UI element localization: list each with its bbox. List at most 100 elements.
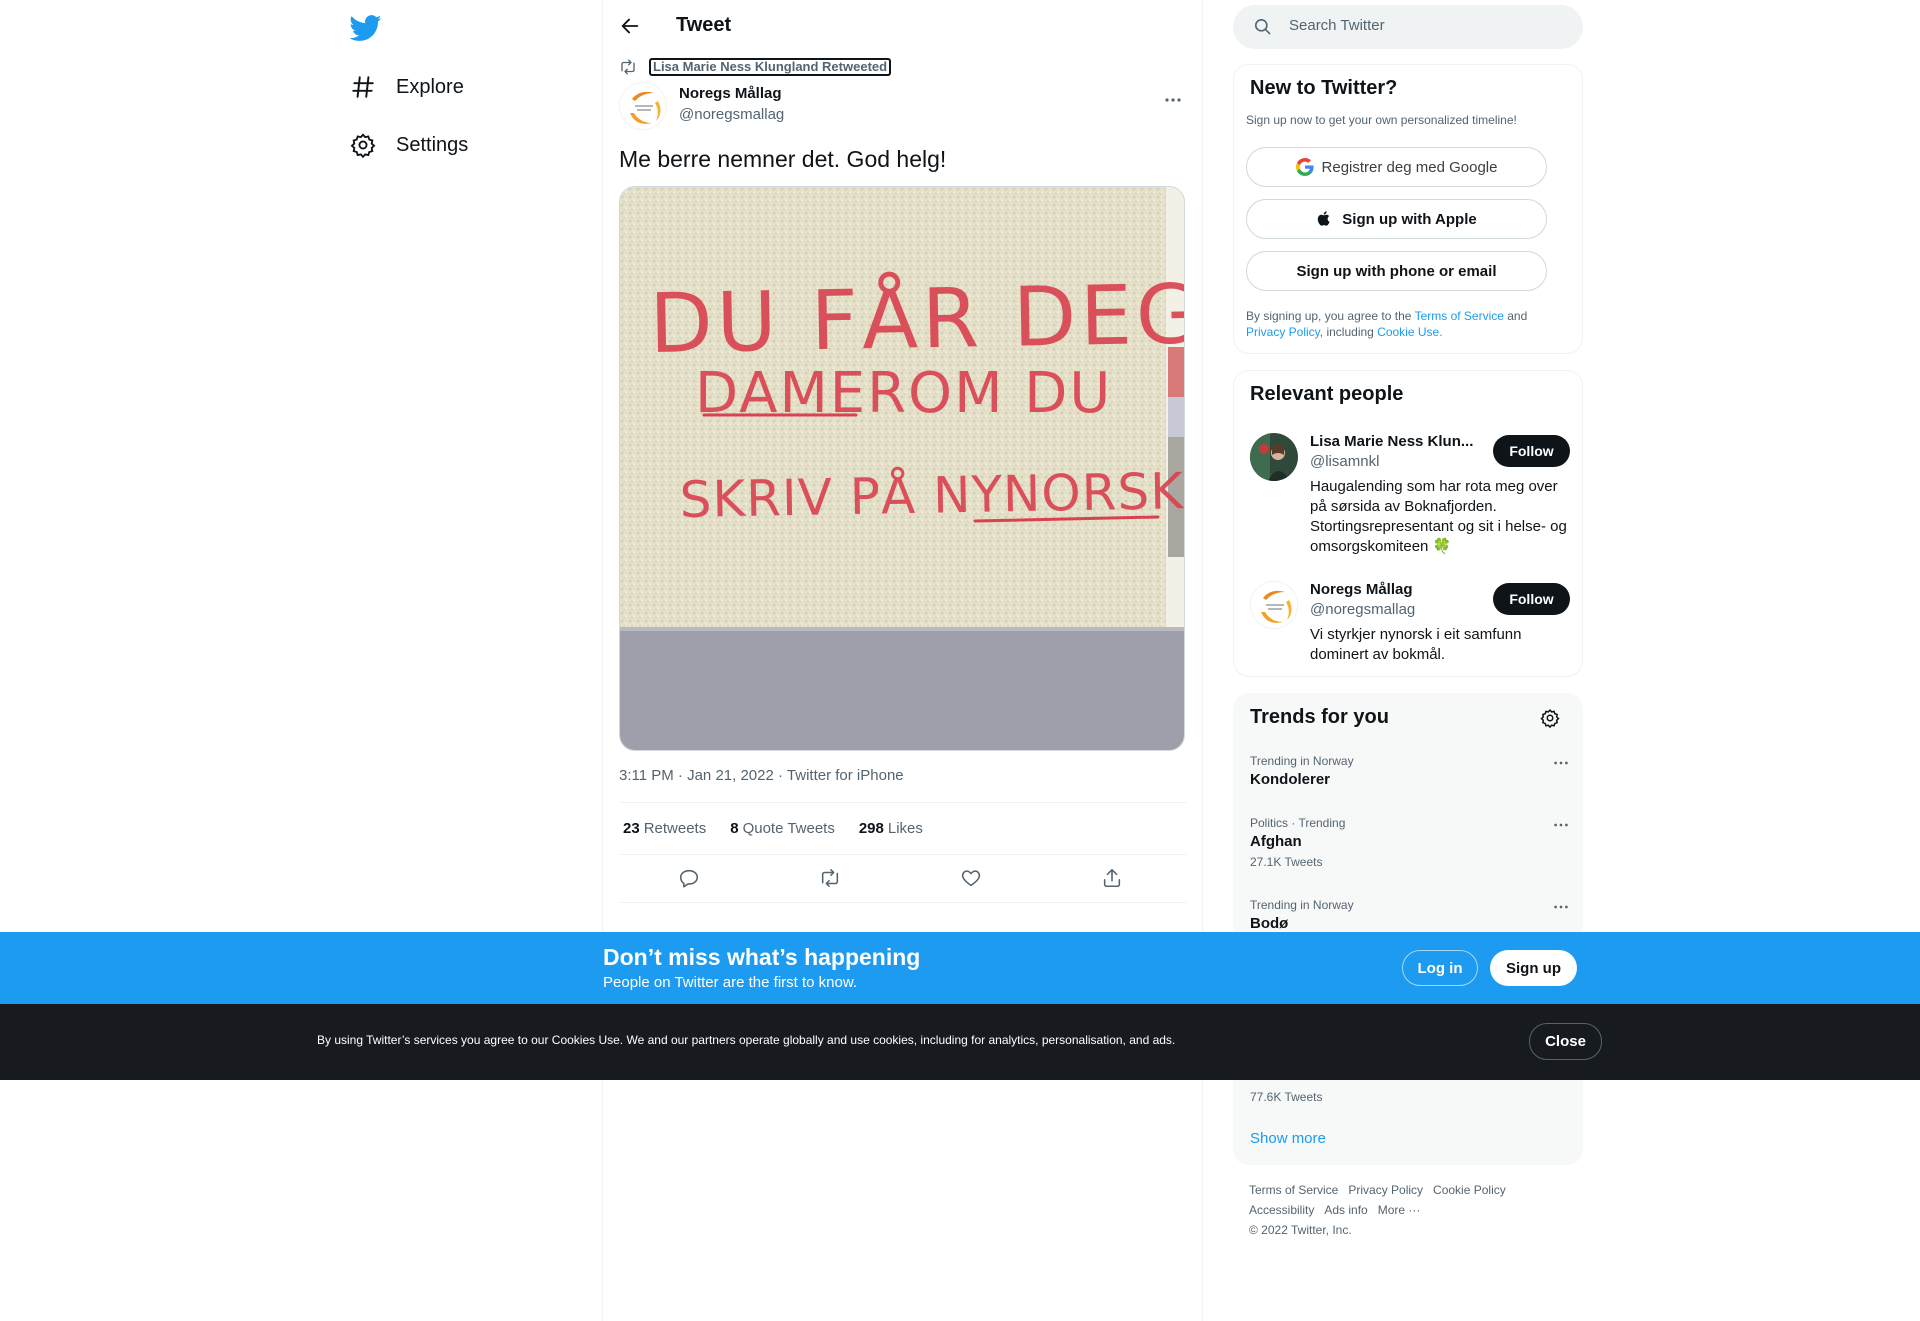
search-icon: [1253, 17, 1272, 36]
back-arrow-icon[interactable]: [619, 15, 643, 39]
footer-more-link[interactable]: More ···: [1378, 1203, 1421, 1217]
trend-item[interactable]: Trending in Norway Bodø: [1250, 898, 1570, 932]
retweeted-by: Lisa Marie Ness Klungland Retweeted: [619, 58, 892, 76]
image-graffiti-line-1: DU FÅR DEG: [649, 266, 1185, 372]
person-avatar[interactable]: [1250, 433, 1298, 481]
footer-copyright: © 2022 Twitter, Inc.: [1249, 1223, 1352, 1237]
retweeter-link[interactable]: Lisa Marie Ness Klungland Retweeted: [649, 58, 892, 76]
author-handle[interactable]: @noregsmallag: [679, 106, 784, 123]
relevant-people-card: Relevant people Lisa Marie Ness Klun... …: [1233, 370, 1583, 677]
trends-title: Trends for you: [1250, 706, 1389, 728]
trend-name: Kondolerer: [1250, 771, 1331, 788]
search-bar[interactable]: [1233, 5, 1583, 49]
phone-email-signup-label: Sign up with phone or email: [1296, 262, 1497, 280]
login-banner: Don’t miss what’s happening People on Tw…: [0, 932, 1920, 1004]
quotes-count: 8: [730, 820, 739, 837]
retweets-label: Retweets: [643, 820, 707, 837]
nav-settings-label: Settings: [396, 133, 469, 156]
apple-icon: [1316, 210, 1334, 228]
legal-text-3: , including: [1319, 325, 1378, 339]
apple-signup-button[interactable]: Sign up with Apple: [1246, 199, 1547, 239]
person-name[interactable]: Noregs Mållag: [1310, 581, 1480, 598]
footer-cookie-link[interactable]: Cookie Policy: [1433, 1183, 1506, 1197]
terms-link[interactable]: Terms of Service: [1415, 309, 1504, 323]
twitter-logo-icon[interactable]: [350, 12, 382, 44]
cookie-consent-text: By using Twitter’s services you agree to…: [317, 1033, 1176, 1047]
trend-item[interactable]: Trending in Norway Kondolerer: [1250, 754, 1570, 788]
retweets-count: 23: [623, 820, 640, 837]
new-to-twitter-subtitle: Sign up now to get your own personalized…: [1246, 113, 1517, 127]
phone-email-signup-button[interactable]: Sign up with phone or email: [1246, 251, 1547, 291]
legal-text-2: and: [1503, 309, 1528, 323]
tweet-stats: 23 Retweets 8 Quote Tweets 298 Likes: [619, 802, 1187, 855]
person-item[interactable]: Lisa Marie Ness Klun... @lisamnkl Follow…: [1250, 433, 1570, 563]
signup-button[interactable]: Sign up: [1490, 950, 1577, 986]
author-name[interactable]: Noregs Mållag: [679, 85, 782, 102]
footer-accessibility-link[interactable]: Accessibility: [1249, 1203, 1314, 1217]
likes-stat[interactable]: 298 Likes: [859, 820, 923, 837]
google-icon: [1295, 158, 1314, 176]
footer-privacy-link[interactable]: Privacy Policy: [1348, 1183, 1423, 1197]
trend-context: Politics · Trending: [1250, 816, 1346, 830]
tweet-source[interactable]: Twitter for iPhone: [787, 767, 904, 784]
trend-name: Bodø: [1250, 915, 1289, 932]
hashtag-icon: [350, 74, 376, 100]
login-button[interactable]: Log in: [1402, 950, 1478, 986]
show-more-link[interactable]: Show more: [1250, 1130, 1326, 1147]
page-title: Tweet: [676, 14, 732, 36]
likes-label: Likes: [887, 820, 923, 837]
follow-button[interactable]: Follow: [1493, 435, 1570, 467]
signup-legal-text: By signing up, you agree to the Terms of…: [1246, 308, 1566, 340]
cookie-close-button[interactable]: Close: [1529, 1023, 1602, 1060]
retweet-action-icon[interactable]: [819, 867, 841, 889]
retweet-icon: [619, 58, 637, 76]
person-handle[interactable]: @noregsmallag: [1310, 601, 1415, 618]
quote-tweets-stat[interactable]: 8 Quote Tweets: [730, 820, 835, 837]
like-heart-icon[interactable]: [960, 867, 982, 889]
trend-context: Trending in Norway: [1250, 754, 1354, 768]
share-icon[interactable]: [1101, 867, 1123, 889]
person-avatar[interactable]: [1250, 581, 1298, 629]
trends-settings-gear-icon[interactable]: [1540, 708, 1560, 728]
cookie-consent-bar: By using Twitter’s services you agree to…: [0, 1004, 1920, 1080]
trend-tweet-count: 77.6K Tweets: [1250, 1090, 1323, 1104]
nav-explore-label: Explore: [396, 75, 464, 98]
footer-terms-link[interactable]: Terms of Service: [1249, 1183, 1338, 1197]
new-to-twitter-card: New to Twitter? Sign up now to get your …: [1233, 64, 1583, 354]
person-handle[interactable]: @lisamnkl: [1310, 453, 1379, 470]
footer-ads-link[interactable]: Ads info: [1324, 1203, 1367, 1217]
trend-item[interactable]: Politics · Trending Afghan 27.1K Tweets: [1250, 816, 1570, 869]
footer-links: Terms of Service Privacy Policy Cookie Pol…: [1249, 1180, 1516, 1240]
author-avatar[interactable]: [619, 82, 667, 130]
google-signup-button[interactable]: Registrer deg med Google: [1246, 147, 1547, 187]
tweet-image[interactable]: DU FÅR DEG DAMEROM DU SKRIV PÅ NYNORSK: [619, 186, 1185, 751]
person-name[interactable]: Lisa Marie Ness Klun...: [1310, 433, 1480, 450]
banner-title: Don’t miss what’s happening: [603, 944, 921, 970]
trend-tweet-count: 27.1K Tweets: [1250, 855, 1323, 869]
tweet-actions: [619, 855, 1187, 903]
reply-icon[interactable]: [678, 867, 700, 889]
tweet-date[interactable]: Jan 21, 2022: [687, 767, 774, 784]
trend-more-icon[interactable]: [1552, 816, 1570, 834]
privacy-link[interactable]: Privacy Policy: [1246, 325, 1320, 339]
nav-settings[interactable]: Settings: [350, 125, 468, 165]
tweet-author: Noregs Mållag @noregsmallag: [619, 82, 1187, 130]
trend-name: Afghan: [1250, 833, 1302, 850]
nav-explore[interactable]: Explore: [350, 67, 464, 107]
search-input[interactable]: [1289, 17, 1549, 34]
trend-more-icon[interactable]: [1552, 898, 1570, 916]
trend-more-icon[interactable]: [1552, 754, 1570, 772]
retweets-stat[interactable]: 23 Retweets: [623, 820, 706, 837]
tweet-header: Tweet: [603, 0, 1203, 53]
cookie-use-link[interactable]: Cookie Use.: [1377, 325, 1442, 339]
legal-text-1: By signing up, you agree to the: [1246, 309, 1415, 323]
tweet-meta: 3:11 PM · Jan 21, 2022 · Twitter for iPh…: [619, 767, 904, 784]
image-graffiti-line-2: DAMEROM DU: [695, 361, 1112, 426]
tweet-column: Tweet Lisa Marie Ness Klungland Retweete…: [602, 0, 1203, 1321]
quotes-label: Quote Tweets: [742, 820, 835, 837]
more-options-icon[interactable]: [1163, 90, 1183, 110]
trends-card: Trends for you Trending in Norway Kondol…: [1233, 693, 1583, 1165]
follow-button[interactable]: Follow: [1493, 583, 1570, 615]
tweet-time[interactable]: 3:11 PM: [619, 767, 674, 784]
person-item[interactable]: Noregs Mållag @noregsmallag Follow Vi st…: [1250, 581, 1570, 666]
